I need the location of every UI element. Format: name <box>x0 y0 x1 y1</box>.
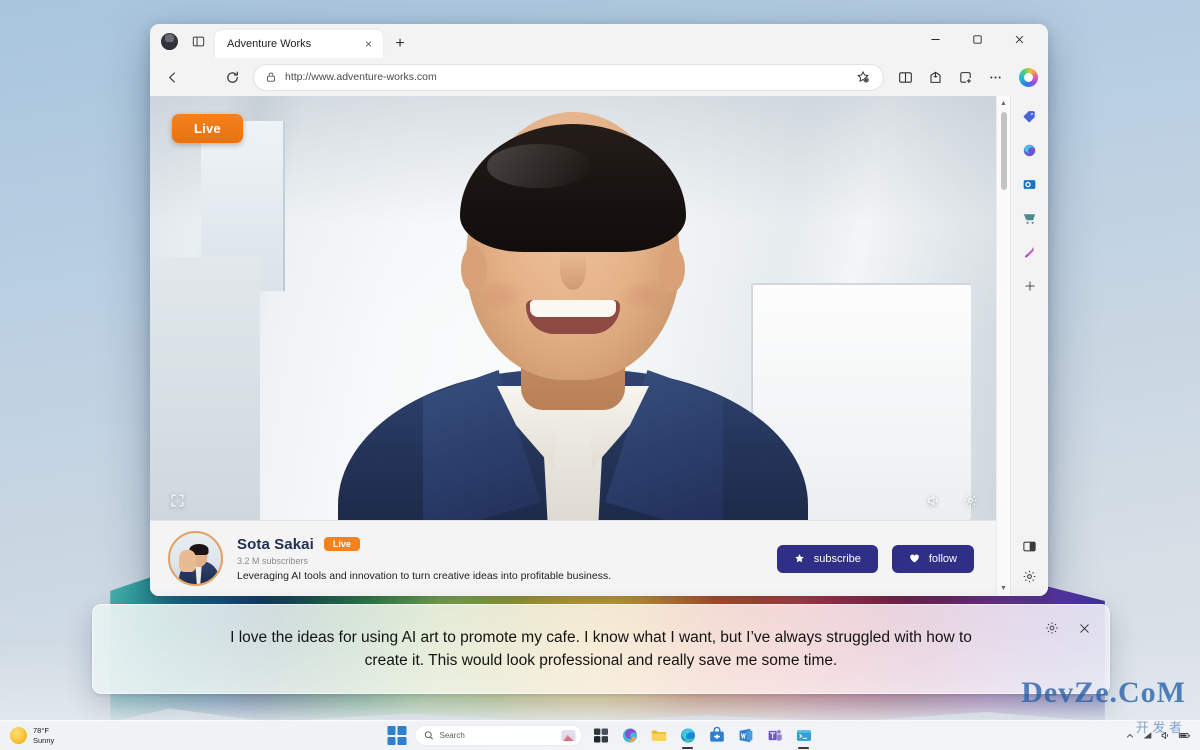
edge-sidebar <box>1010 96 1048 596</box>
caption-close-icon[interactable] <box>1071 615 1097 641</box>
back-icon[interactable] <box>158 63 186 91</box>
tag-icon[interactable] <box>1016 104 1044 128</box>
settings-gear-icon[interactable] <box>963 493 978 508</box>
desktop: Adventure Works × + http://www.adventure… <box>0 0 1200 750</box>
edge-shopping-icon[interactable] <box>1016 138 1044 162</box>
sun-icon <box>10 727 27 744</box>
search-input[interactable]: Search <box>414 725 583 746</box>
taskbar-apps: Search <box>386 725 815 747</box>
url-text: http://www.adventure-works.com <box>285 71 437 83</box>
live-captions-panel: I love the ideas for using AI art to pro… <box>92 604 1110 694</box>
channel-name: Sota Sakai <box>237 535 314 553</box>
start-button[interactable] <box>386 725 408 747</box>
channel-actions: subscribe follow <box>776 544 974 573</box>
fullscreen-icon <box>170 493 185 508</box>
copilot-icon[interactable] <box>1014 63 1042 91</box>
shopping-cart-icon[interactable] <box>1016 206 1044 230</box>
channel-description: Leveraging AI tools and innovation to tu… <box>237 569 612 582</box>
browser-tab[interactable]: Adventure Works × <box>215 30 383 58</box>
split-screen-icon[interactable] <box>891 63 919 91</box>
forward-icon <box>188 63 216 91</box>
subscribe-button[interactable]: subscribe <box>776 544 878 573</box>
volume-tray-icon[interactable] <box>1160 730 1171 741</box>
caption-settings-icon[interactable] <box>1039 615 1065 641</box>
sidebar-settings-icon[interactable] <box>1016 564 1044 588</box>
weather-temperature: 78°F <box>33 725 49 735</box>
search-placeholder: Search <box>439 731 465 740</box>
subscriber-count: 3.2 M subscribers <box>237 555 309 566</box>
heart-icon <box>910 554 919 563</box>
video-player[interactable]: Live <box>150 96 996 520</box>
taskbar-edge-icon[interactable] <box>677 725 699 747</box>
scroll-down-icon[interactable]: ▼ <box>997 582 1010 595</box>
address-bar-row: http://www.adventure-works.com <box>150 58 1048 96</box>
outlook-icon[interactable] <box>1016 172 1044 196</box>
channel-live-tag: Live <box>323 537 360 551</box>
weather-text: 78°F Sunny <box>33 726 54 746</box>
video-person <box>333 96 813 520</box>
weather-condition: Sunny <box>33 735 55 745</box>
network-icon[interactable] <box>1142 730 1153 741</box>
drawing-icon[interactable] <box>1016 240 1044 264</box>
minimize-button[interactable] <box>914 24 956 55</box>
weather-widget[interactable]: 78°F Sunny <box>0 721 64 750</box>
caption-controls <box>1039 615 1097 641</box>
browser-essentials-icon[interactable] <box>951 63 979 91</box>
taskbar-terminal-icon[interactable] <box>793 725 815 747</box>
show-hidden-icons-icon[interactable] <box>1125 731 1135 741</box>
tab-close-icon[interactable]: × <box>360 36 377 53</box>
channel-details: Sota Sakai Live 3.2 M subscribers Levera… <box>237 536 763 582</box>
taskbar-teams-icon[interactable] <box>764 725 786 747</box>
maximize-button[interactable] <box>956 24 998 55</box>
profile-avatar-icon[interactable] <box>156 29 182 53</box>
taskbar-copilot-icon[interactable] <box>619 725 641 747</box>
live-badge: Live <box>172 114 243 143</box>
follow-label: follow <box>928 552 957 565</box>
taskbar-store-icon[interactable] <box>706 725 728 747</box>
sidebar-bottom-icons <box>1016 534 1044 596</box>
add-sidebar-icon[interactable] <box>1016 274 1044 298</box>
scroll-up-icon[interactable]: ▲ <box>997 97 1010 110</box>
star-icon <box>795 554 804 563</box>
window-controls <box>914 24 1040 58</box>
windows-taskbar: 78°F Sunny Search <box>0 720 1200 750</box>
taskbar-file-explorer-icon[interactable] <box>648 725 670 747</box>
new-tab-button[interactable]: + <box>387 31 413 57</box>
tab-actions-icon[interactable] <box>185 29 211 53</box>
tab-title: Adventure Works <box>227 38 312 50</box>
lock-icon <box>267 72 275 82</box>
search-image-thumb <box>561 730 576 741</box>
split-pane-icon[interactable] <box>1016 534 1044 558</box>
volume-icon[interactable] <box>926 493 941 508</box>
channel-info-bar: Sota Sakai Live 3.2 M subscribers Levera… <box>150 520 996 596</box>
battery-icon[interactable] <box>1178 729 1191 742</box>
scrollbar-thumb[interactable] <box>1001 112 1007 190</box>
channel-avatar[interactable] <box>168 531 223 586</box>
search-icon <box>424 731 434 740</box>
tab-strip: Adventure Works × + <box>150 24 1048 58</box>
video-right-controls <box>926 493 978 508</box>
close-window-button[interactable] <box>998 24 1040 55</box>
subscribe-label: subscribe <box>813 552 861 565</box>
add-to-favorites-icon[interactable] <box>849 63 877 91</box>
browser-content: Live Sota Sakai Live 3.2 M subscribers L… <box>150 96 1048 596</box>
more-options-icon[interactable] <box>981 63 1009 91</box>
refresh-icon[interactable] <box>218 63 246 91</box>
collections-icon[interactable] <box>921 63 949 91</box>
address-bar[interactable]: http://www.adventure-works.com <box>253 63 884 91</box>
caption-text: I love the ideas for using AI art to pro… <box>230 628 972 669</box>
taskbar-widgets-icon[interactable] <box>590 725 612 747</box>
background-panel-left <box>150 257 260 520</box>
webpage: Live Sota Sakai Live 3.2 M subscribers L… <box>150 96 996 596</box>
page-scrollbar[interactable]: ▲ ▼ <box>996 96 1010 596</box>
edge-browser-window: Adventure Works × + http://www.adventure… <box>150 24 1048 596</box>
follow-button[interactable]: follow <box>891 544 974 573</box>
fullscreen-button[interactable] <box>170 493 185 508</box>
taskbar-word-icon[interactable] <box>735 725 757 747</box>
system-tray <box>1125 721 1200 750</box>
